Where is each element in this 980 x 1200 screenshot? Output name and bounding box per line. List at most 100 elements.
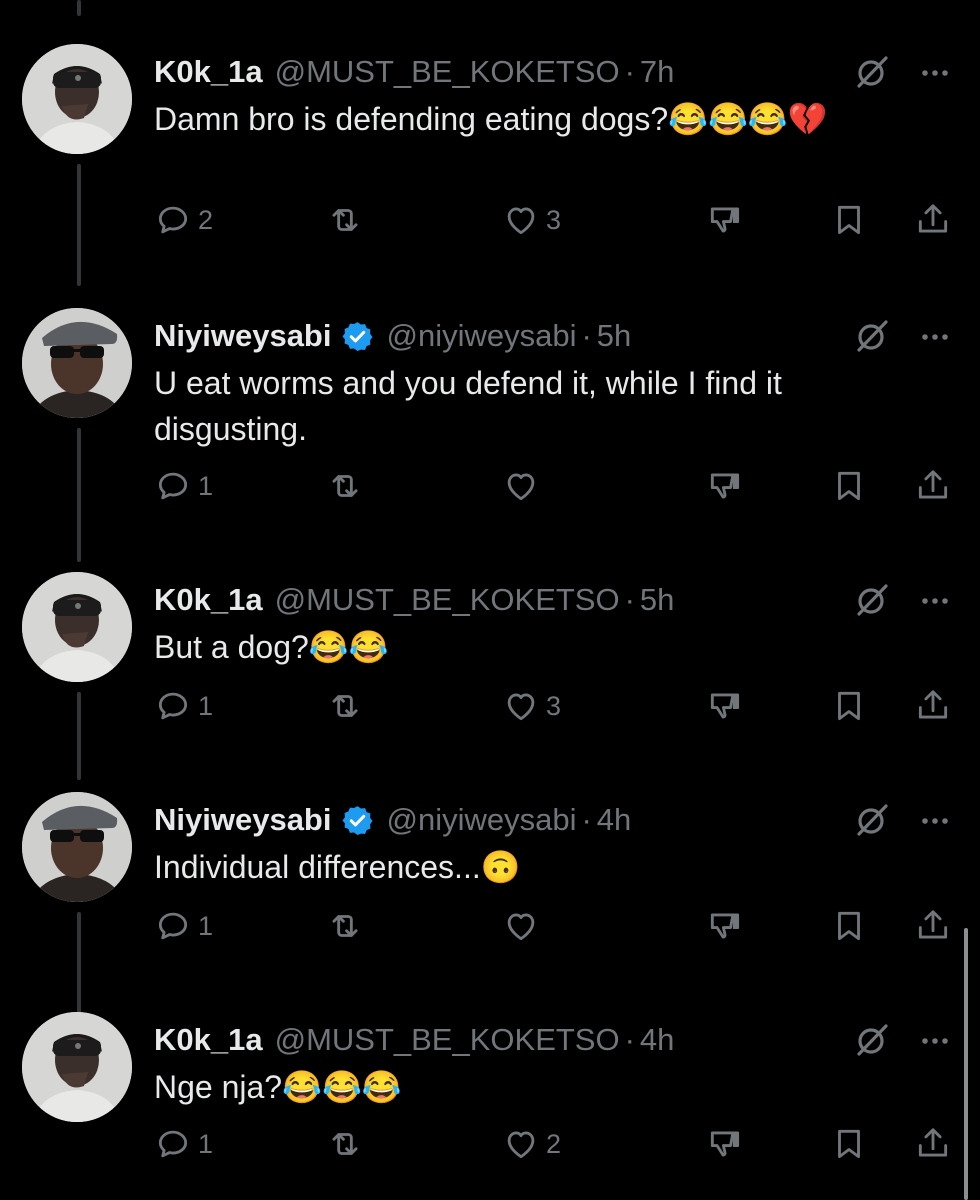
more-icon[interactable] — [920, 1026, 950, 1056]
tweet-text: But a dog?😂😂 — [154, 629, 389, 665]
avatar[interactable] — [22, 308, 132, 418]
more-icon[interactable] — [920, 322, 950, 352]
reply-button[interactable]: 1 — [154, 1122, 213, 1166]
verified-badge-icon — [342, 805, 373, 835]
more-icon[interactable] — [920, 58, 950, 88]
share-button[interactable] — [914, 464, 952, 508]
action-bar: 1 — [154, 464, 962, 508]
display-name[interactable]: K0k_1a — [154, 1022, 263, 1058]
username-handle[interactable]: @MUST_BE_KOKETSO — [275, 582, 620, 618]
tweet-header: K0k_1a @MUST_BE_KOKETSO · 7h — [154, 48, 960, 96]
dislike-button[interactable] — [706, 464, 744, 508]
timestamp[interactable]: 7h — [640, 54, 674, 90]
reply-icon — [158, 692, 188, 720]
reply-count: 1 — [198, 910, 214, 941]
action-bar: 1 — [154, 904, 962, 948]
bookmark-button[interactable] — [830, 904, 868, 948]
heart-icon — [507, 473, 535, 501]
avatar[interactable] — [22, 44, 132, 154]
display-name[interactable]: K0k_1a — [154, 582, 263, 618]
share-icon — [918, 204, 948, 233]
dislike-button[interactable] — [706, 684, 744, 728]
action-bar: 1 2 — [154, 1122, 962, 1166]
separator-dot: · — [624, 54, 635, 89]
reply-button[interactable]: 1 — [154, 464, 213, 508]
retweet-button[interactable] — [326, 198, 370, 242]
grok-icon[interactable] — [854, 1022, 890, 1058]
grok-icon[interactable] — [854, 318, 890, 354]
bookmark-button[interactable] — [830, 464, 868, 508]
bookmark-button[interactable] — [830, 684, 868, 728]
like-button[interactable] — [502, 904, 546, 948]
username-handle[interactable]: @MUST_BE_KOKETSO — [275, 1022, 620, 1058]
like-button[interactable] — [502, 464, 546, 508]
heart-icon — [507, 207, 535, 235]
grok-icon[interactable] — [854, 582, 890, 618]
share-icon — [918, 690, 948, 719]
dislike-icon — [710, 207, 740, 233]
bookmark-button[interactable] — [830, 198, 868, 242]
retweet-icon — [332, 695, 358, 717]
timestamp[interactable]: 4h — [640, 1022, 674, 1058]
dislike-button[interactable] — [706, 198, 744, 242]
share-button[interactable] — [914, 904, 952, 948]
bookmark-icon — [838, 471, 860, 501]
avatar[interactable] — [22, 792, 132, 902]
reply-button[interactable]: 1 — [154, 684, 213, 728]
heart-icon — [507, 1131, 535, 1159]
username-handle[interactable]: @MUST_BE_KOKETSO — [275, 54, 620, 90]
more-icon[interactable] — [920, 806, 950, 836]
dislike-button[interactable] — [706, 1122, 744, 1166]
share-button[interactable] — [914, 1122, 952, 1166]
tweet[interactable]: K0k_1a @MUST_BE_KOKETSO · 4h Nge nja?😂😂😂… — [0, 1012, 980, 1200]
thread-line — [77, 0, 81, 16]
separator-dot: · — [581, 802, 592, 837]
timestamp[interactable]: 5h — [597, 318, 631, 354]
tweet-text: Individual differences...🙃 — [154, 849, 521, 885]
avatar[interactable] — [22, 1012, 132, 1122]
like-button[interactable]: 3 — [502, 684, 561, 728]
tweet-text: Nge nja?😂😂😂 — [154, 1069, 402, 1105]
grok-icon[interactable] — [854, 802, 890, 838]
reply-button[interactable]: 1 — [154, 904, 213, 948]
retweet-button[interactable] — [326, 904, 370, 948]
like-count: 2 — [546, 1128, 562, 1159]
share-button[interactable] — [914, 684, 952, 728]
avatar[interactable] — [22, 572, 132, 682]
reply-icon — [158, 1130, 188, 1158]
timestamp[interactable]: 4h — [597, 802, 631, 838]
retweet-button[interactable] — [326, 684, 370, 728]
retweet-button[interactable] — [326, 1122, 370, 1166]
share-icon — [918, 910, 948, 939]
share-button[interactable] — [914, 198, 952, 242]
tweet[interactable]: K0k_1a @MUST_BE_KOKETSO · 7h Damn bro is… — [0, 44, 980, 304]
display-name[interactable]: Niyiweysabi — [154, 802, 331, 838]
more-icon[interactable] — [920, 586, 950, 616]
bookmark-icon — [838, 205, 860, 235]
username-handle[interactable]: @niyiweysabi — [386, 318, 576, 354]
bookmark-icon — [838, 691, 860, 721]
reply-icon — [158, 912, 188, 940]
like-button[interactable]: 3 — [502, 198, 561, 242]
reply-button[interactable]: 2 — [154, 198, 213, 242]
retweet-icon — [332, 475, 358, 497]
bookmark-icon — [838, 1129, 860, 1159]
bookmark-icon — [838, 911, 860, 941]
display-name[interactable]: Niyiweysabi — [154, 318, 331, 354]
verified-badge-icon — [342, 321, 373, 351]
retweet-button[interactable] — [326, 464, 370, 508]
timestamp[interactable]: 5h — [640, 582, 674, 618]
tweet-text: Damn bro is defending eating dogs?😂😂😂💔 — [154, 101, 828, 137]
display-name[interactable]: K0k_1a — [154, 54, 263, 90]
username-handle[interactable]: @niyiweysabi — [386, 802, 576, 838]
dislike-button[interactable] — [706, 904, 744, 948]
retweet-icon — [332, 1133, 358, 1155]
grok-icon[interactable] — [854, 54, 890, 90]
bookmark-button[interactable] — [830, 1122, 868, 1166]
share-icon — [918, 470, 948, 499]
tweet[interactable]: Niyiweysabi @niyiweysabi · 5h U eat worm… — [0, 308, 980, 568]
dislike-icon — [710, 1131, 740, 1157]
reply-icon — [158, 206, 188, 234]
like-button[interactable]: 2 — [502, 1122, 561, 1166]
tweet-text: U eat worms and you defend it, while I f… — [154, 365, 782, 447]
